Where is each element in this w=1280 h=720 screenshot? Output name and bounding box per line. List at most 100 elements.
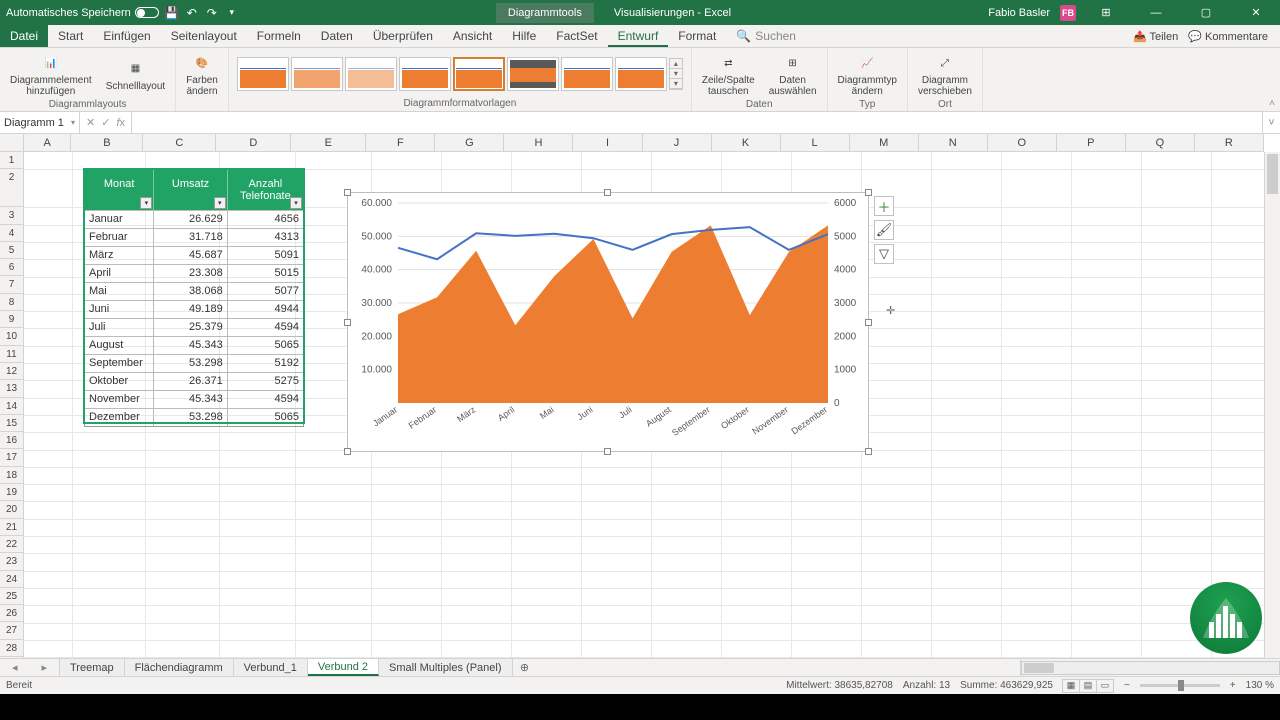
- row-headers[interactable]: 1234567891011121314151617181920212223242…: [0, 152, 24, 658]
- close-button[interactable]: ✕: [1236, 0, 1276, 25]
- qat-more-icon[interactable]: ▾: [225, 6, 239, 20]
- add-chart-element-button[interactable]: 📊Diagrammelement hinzufügen: [4, 50, 98, 99]
- undo-icon[interactable]: ↶: [185, 6, 199, 20]
- svg-text:Oktober: Oktober: [719, 404, 751, 431]
- table-row[interactable]: Februar31.7184313: [85, 228, 303, 246]
- chart-style-6[interactable]: [507, 57, 559, 91]
- minimize-button[interactable]: —: [1136, 0, 1176, 25]
- quick-layout-icon: ▦: [124, 58, 146, 80]
- expand-formula-bar[interactable]: ˅: [1262, 112, 1280, 133]
- filter-icon[interactable]: ▾: [140, 197, 152, 209]
- tab-factset[interactable]: FactSet: [546, 25, 607, 47]
- tab-review[interactable]: Überprüfen: [363, 25, 443, 47]
- sheet-tab-verbund1[interactable]: Verbund_1: [234, 659, 308, 676]
- chart-style-3[interactable]: [345, 57, 397, 91]
- svg-text:3000: 3000: [834, 298, 857, 309]
- chart-style-8[interactable]: [615, 57, 667, 91]
- autosave-toggle[interactable]: Automatisches Speichern: [6, 7, 159, 19]
- table-row[interactable]: März45.6875091: [85, 246, 303, 264]
- move-chart-button[interactable]: ⤢Diagramm verschieben: [912, 50, 978, 99]
- tab-data[interactable]: Daten: [311, 25, 363, 47]
- tab-file[interactable]: Datei: [0, 25, 48, 47]
- status-ready: Bereit: [6, 680, 32, 691]
- formula-input[interactable]: [132, 112, 1262, 133]
- user-avatar[interactable]: FB: [1060, 5, 1076, 21]
- filter-icon[interactable]: ▾: [214, 197, 226, 209]
- table-row[interactable]: August45.3435065: [85, 336, 303, 354]
- redo-icon[interactable]: ↷: [205, 6, 219, 20]
- tab-start[interactable]: Start: [48, 25, 93, 47]
- chart-style-gallery[interactable]: ▴▾▾: [233, 50, 687, 98]
- fx-icon[interactable]: fx: [116, 117, 125, 129]
- chart-style-4[interactable]: [399, 57, 451, 91]
- table-row[interactable]: September53.2985192: [85, 354, 303, 372]
- filter-icon[interactable]: ▾: [290, 197, 302, 209]
- table-row[interactable]: November45.3434594: [85, 390, 303, 408]
- svg-text:60.000: 60.000: [361, 198, 392, 209]
- save-icon[interactable]: 💾: [165, 6, 179, 20]
- tab-view[interactable]: Ansicht: [443, 25, 502, 47]
- maximize-button[interactable]: ▢: [1186, 0, 1226, 25]
- zoom-slider[interactable]: [1140, 684, 1220, 687]
- collapse-ribbon-button[interactable]: ˄: [1264, 48, 1280, 111]
- name-box[interactable]: Diagramm 1▾: [0, 112, 80, 133]
- chart-styles-button[interactable]: 🖌: [874, 220, 894, 240]
- chart-style-1[interactable]: [237, 57, 289, 91]
- quick-layout-button[interactable]: ▦Schnelllayout: [100, 56, 171, 94]
- search-box[interactable]: 🔍 Suchen: [726, 25, 806, 47]
- chart-style-5[interactable]: [453, 57, 505, 91]
- data-table[interactable]: Monat▾ Umsatz▾ Anzahl Telefonate▾ Januar…: [84, 169, 304, 427]
- chart-style-2[interactable]: [291, 57, 343, 91]
- zoom-level[interactable]: 130 %: [1246, 680, 1274, 691]
- chart-plot[interactable]: 10.00020.00030.00040.00050.00060.0000100…: [348, 193, 870, 453]
- sheet-nav[interactable]: ◂▸: [0, 659, 60, 676]
- col-header-telefonate[interactable]: Anzahl Telefonate▾: [228, 170, 303, 210]
- svg-text:Februar: Februar: [407, 404, 439, 430]
- chart-filters-button[interactable]: ▽: [874, 244, 894, 264]
- brand-logo: [1190, 582, 1262, 654]
- select-data-button[interactable]: ⊞Daten auswählen: [763, 50, 823, 99]
- sheet-tab-area[interactable]: Flächendiagramm: [125, 659, 234, 676]
- table-row[interactable]: Oktober26.3715275: [85, 372, 303, 390]
- cancel-formula-icon[interactable]: ✕: [86, 116, 95, 129]
- tab-insert[interactable]: Einfügen: [93, 25, 160, 47]
- share-button[interactable]: 📤 Teilen: [1133, 30, 1178, 43]
- tab-format[interactable]: Format: [668, 25, 726, 47]
- chart-elements-button[interactable]: ＋: [874, 196, 894, 216]
- sheet-tab-small-multiples[interactable]: Small Multiples (Panel): [379, 659, 512, 676]
- zoom-in-button[interactable]: +: [1230, 680, 1236, 691]
- change-chart-type-button[interactable]: 📈Diagrammtyp ändern: [832, 50, 903, 99]
- comments-button[interactable]: 💬 Kommentare: [1188, 30, 1268, 43]
- horizontal-scrollbar[interactable]: [1021, 661, 1280, 675]
- table-row[interactable]: Januar26.6294656: [85, 210, 303, 228]
- add-sheet-button[interactable]: ⊕: [513, 659, 537, 676]
- sheet-tab-verbund2[interactable]: Verbund 2: [308, 659, 379, 676]
- ribbon-options-icon[interactable]: ⊞: [1086, 0, 1126, 25]
- sheet-tab-treemap[interactable]: Treemap: [60, 659, 125, 676]
- table-row[interactable]: Juli25.3794594: [85, 318, 303, 336]
- table-row[interactable]: Mai38.0685077: [85, 282, 303, 300]
- col-header-umsatz[interactable]: Umsatz▾: [154, 170, 227, 210]
- col-header-month[interactable]: Monat▾: [85, 170, 154, 210]
- select-all-corner[interactable]: [0, 134, 24, 152]
- view-buttons[interactable]: ▦▤▭: [1063, 679, 1114, 693]
- switch-row-col-button[interactable]: ⇄Zeile/Spalte tauschen: [696, 50, 761, 99]
- change-colors-button[interactable]: 🎨Farben ändern: [180, 50, 224, 99]
- tab-design[interactable]: Entwurf: [608, 25, 669, 47]
- user-name[interactable]: Fabio Basler: [988, 7, 1050, 19]
- enter-formula-icon[interactable]: ✓: [101, 116, 110, 129]
- tab-pagelayout[interactable]: Seitenlayout: [161, 25, 247, 47]
- table-row[interactable]: Juni49.1894944: [85, 300, 303, 318]
- chart-object[interactable]: 10.00020.00030.00040.00050.00060.0000100…: [347, 192, 869, 452]
- tab-formulas[interactable]: Formeln: [247, 25, 311, 47]
- style-gallery-scroll[interactable]: ▴▾▾: [669, 58, 683, 90]
- table-row[interactable]: Dezember53.2985065: [85, 408, 303, 426]
- column-headers[interactable]: ABCDEFGHIJKLMNOPQR: [24, 134, 1264, 152]
- vertical-scrollbar[interactable]: [1264, 152, 1280, 658]
- chart-style-7[interactable]: [561, 57, 613, 91]
- switch-icon: ⇄: [717, 52, 739, 74]
- table-row[interactable]: April23.3085015: [85, 264, 303, 282]
- worksheet-grid[interactable]: ABCDEFGHIJKLMNOPQR 123456789101112131415…: [0, 134, 1280, 658]
- zoom-out-button[interactable]: −: [1124, 680, 1130, 691]
- tab-help[interactable]: Hilfe: [502, 25, 546, 47]
